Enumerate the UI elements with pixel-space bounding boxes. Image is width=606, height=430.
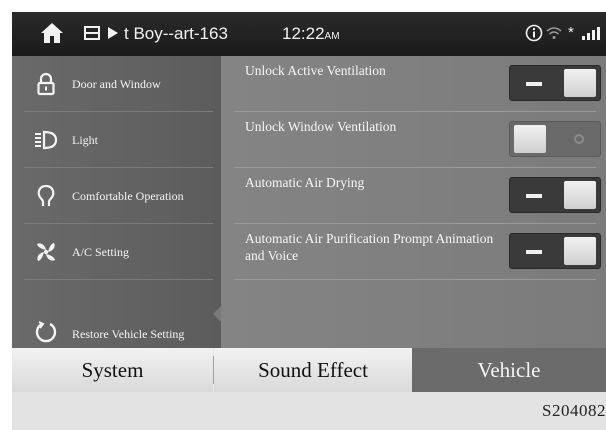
toggle-knob	[514, 125, 546, 153]
status-bar: t Boy--art-163 12:22AM *	[12, 12, 606, 56]
toggle-on-mark	[526, 194, 542, 198]
signal-icon	[582, 27, 600, 40]
comfort-icon	[37, 184, 55, 206]
bluetooth-icon: *	[568, 24, 574, 41]
sidebar-item-label: A/C Setting	[72, 245, 130, 259]
home-icon[interactable]	[40, 22, 64, 44]
toggle-unlock-window-ventilation[interactable]	[509, 121, 601, 157]
toggle-automatic-air-purification[interactable]	[509, 233, 601, 269]
setting-label: Automatic Air Purification Prompt Animat…	[245, 231, 494, 263]
sidebar-item-label: Light	[72, 133, 98, 147]
toggle-off-mark	[574, 134, 584, 144]
restore-icon	[35, 321, 57, 343]
sidebar-item-comfortable-operation[interactable]: Comfortable Operation	[12, 168, 221, 224]
figure-caption-strip: S204082	[12, 392, 606, 430]
setting-row-unlock-active-ventilation: Unlock Active Ventilation	[235, 56, 606, 112]
selection-indicator	[213, 306, 221, 322]
setting-label: Automatic Air Drying	[245, 175, 365, 190]
toggle-on-mark	[526, 82, 542, 86]
info-icon[interactable]	[525, 24, 543, 42]
setting-row-unlock-window-ventilation: Unlock Window Ventilation	[235, 112, 606, 168]
vehicle-settings-sidebar: Door and Window Light Comfortable Operat…	[12, 56, 221, 348]
ac-settings-panel: Unlock Active Ventilation Unlock Window …	[221, 56, 606, 348]
toggle-knob	[564, 237, 596, 265]
infotainment-screen: t Boy--art-163 12:22AM * Door and Window…	[12, 12, 606, 430]
toggle-on-mark	[526, 250, 542, 254]
setting-row-automatic-air-drying: Automatic Air Drying	[235, 168, 606, 224]
tab-sound-effect[interactable]: Sound Effect	[214, 348, 412, 392]
clock: 12:22AM	[282, 22, 340, 49]
divider	[235, 279, 596, 280]
clock-time: 12:22	[282, 24, 325, 43]
sidebar-item-restore-vehicle-setting[interactable]: Restore Vehicle Setting	[12, 280, 221, 348]
wifi-icon	[546, 27, 562, 39]
toggle-knob	[564, 69, 596, 97]
sidebar-item-label: Door and Window	[72, 77, 161, 91]
lock-icon	[37, 72, 55, 96]
tab-system[interactable]: System	[12, 348, 213, 392]
now-playing-track[interactable]: t Boy--art-163	[124, 22, 228, 46]
sidebar-item-label: Comfortable Operation	[72, 189, 184, 203]
bottom-tab-bar: System Sound Effect Vehicle	[12, 348, 606, 392]
sidebar-item-door-and-window[interactable]: Door and Window	[12, 56, 221, 112]
tab-vehicle[interactable]: Vehicle	[412, 348, 606, 392]
setting-label: Unlock Window Ventilation	[245, 119, 397, 134]
clock-ampm: AM	[324, 31, 340, 42]
toggle-automatic-air-drying[interactable]	[509, 177, 601, 213]
toggle-knob	[564, 181, 596, 209]
setting-row-automatic-air-purification: Automatic Air Purification Prompt Animat…	[235, 224, 606, 280]
fan-icon	[37, 243, 55, 261]
media-source-icon[interactable]	[84, 25, 100, 41]
sidebar-item-ac-setting[interactable]: A/C Setting	[12, 224, 221, 280]
figure-code: S204082	[542, 401, 606, 420]
setting-label: Unlock Active Ventilation	[245, 63, 386, 78]
toggle-unlock-active-ventilation[interactable]	[509, 65, 601, 101]
sidebar-item-light[interactable]: Light	[12, 112, 221, 168]
headlight-icon	[35, 130, 58, 150]
play-icon[interactable]	[107, 26, 119, 40]
